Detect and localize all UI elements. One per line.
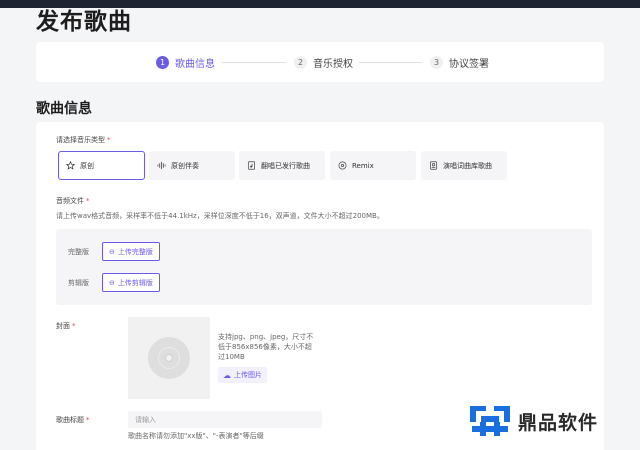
song-title-label: 歌曲标题 *: [56, 416, 90, 424]
music-type-original-accompaniment[interactable]: 原创伴奏: [149, 151, 235, 180]
step-divider: [359, 62, 422, 63]
step-number: 2: [294, 56, 307, 69]
step-label: 歌曲信息: [175, 59, 215, 70]
page-title: 发布歌曲: [36, 9, 132, 35]
waveform-icon: [157, 161, 166, 170]
section-title: 歌曲信息: [36, 101, 92, 117]
music-type-label: 请选择音乐类型 *: [56, 136, 111, 144]
audio-upload-box: 完整版 ⊖ 上传完整版 剪辑版 ⊖ 上传剪辑版: [56, 229, 592, 305]
required-mark: *: [107, 136, 111, 144]
step-song-info: 1 歌曲信息: [156, 55, 215, 70]
step-music-authorization: 2 音乐授权: [294, 55, 353, 70]
song-title-hint: 歌曲名称请勿添加"xx版"、"-表演者"等后缀: [128, 432, 264, 440]
upload-link-icon: ⊖: [109, 278, 115, 287]
upload-link-icon: ⊖: [109, 247, 115, 256]
cover-upload-area[interactable]: [128, 317, 210, 399]
music-type-original[interactable]: 原创: [58, 151, 145, 180]
step-label: 协议签署: [449, 59, 489, 70]
full-version-label: 完整版: [68, 248, 89, 256]
audio-file-hint: 请上传wav格式音频，采样率不低于44.1kHz，采样位深度不低于16，双声道，…: [56, 212, 384, 220]
library-icon: [429, 161, 438, 170]
music-type-remix[interactable]: Remix: [330, 151, 416, 180]
disc-placeholder-icon: [148, 337, 190, 379]
song-title-input[interactable]: [128, 411, 322, 428]
required-mark: *: [86, 416, 90, 424]
required-mark: *: [86, 197, 90, 205]
music-type-cover-released-song[interactable]: 翻唱已发行歌曲: [239, 151, 325, 180]
music-type-library-song[interactable]: 演唱词曲库歌曲: [421, 151, 507, 180]
step-number: 3: [430, 56, 443, 69]
disc-icon: [338, 161, 347, 170]
watermark-logo-icon: [467, 403, 513, 439]
step-number: 1: [156, 56, 169, 69]
watermark: 鼎品软件: [466, 398, 616, 444]
clip-version-label: 剪辑版: [68, 279, 89, 287]
cover-label: 封面 *: [56, 322, 76, 330]
cloud-upload-icon: ☁: [223, 370, 231, 380]
upload-clip-version-button[interactable]: ⊖ 上传剪辑版: [102, 273, 160, 292]
cover-hint: 支持jpg、png、jpeg，尺寸不低于856x856像素，大小不超过10MB: [218, 333, 314, 361]
upload-full-version-button[interactable]: ⊖ 上传完整版: [102, 242, 160, 261]
audio-file-label: 音频文件 *: [56, 197, 90, 205]
step-label: 音乐授权: [313, 59, 353, 70]
upload-image-button[interactable]: ☁ 上传图片: [218, 367, 267, 383]
star-icon: [66, 161, 75, 170]
music-file-icon: [247, 161, 256, 170]
step-agreement-signing: 3 协议签署: [430, 55, 489, 70]
required-mark: *: [72, 322, 76, 330]
step-divider: [222, 62, 286, 63]
watermark-text: 鼎品软件: [518, 411, 599, 434]
steps-card: 1 歌曲信息 2 音乐授权 3 协议签署: [36, 42, 604, 82]
